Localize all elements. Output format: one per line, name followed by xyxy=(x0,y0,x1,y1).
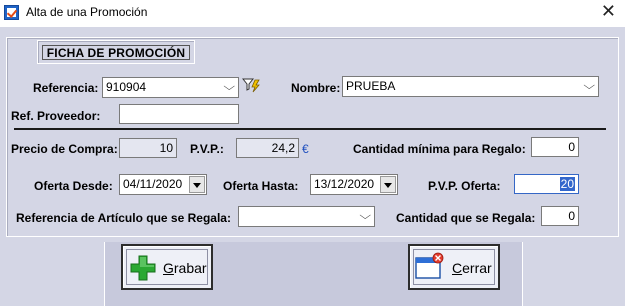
precio-compra-input[interactable]: 10 xyxy=(119,138,177,158)
precio-compra-label: Precio de Compra: xyxy=(11,142,118,156)
filter-search-icon[interactable] xyxy=(242,77,262,94)
cerrar-button[interactable]: Cerrar xyxy=(408,244,500,290)
oferta-hasta-value: 13/12/2020 xyxy=(314,177,375,191)
cantidad-minima-input[interactable]: 0 xyxy=(531,137,579,157)
close-window-button[interactable]: ✕ xyxy=(601,2,616,20)
section-heading-frame: FICHA DE PROMOCIÓN xyxy=(37,40,195,64)
oferta-desde-label: Oferta Desde: xyxy=(34,179,113,193)
chevron-down-icon: ⌵ xyxy=(358,210,371,222)
app-icon xyxy=(4,5,19,20)
nombre-label: Nombre: xyxy=(291,81,341,95)
calendar-dropdown-icon[interactable] xyxy=(380,176,396,193)
calendar-dropdown-icon[interactable] xyxy=(189,176,205,193)
nombre-value: PRUEBA xyxy=(346,79,396,93)
section-heading: FICHA DE PROMOCIÓN xyxy=(42,45,190,60)
euro-symbol: € xyxy=(302,142,309,156)
articulo-regala-label: Referencia de Artículo que se Regala: xyxy=(16,211,231,225)
referencia-value: 910904 xyxy=(106,80,147,94)
title-bar: Alta de una Promoción ✕ xyxy=(0,0,625,27)
plus-icon xyxy=(130,255,156,281)
pvp-oferta-label: P.V.P. Oferta: xyxy=(428,179,501,193)
oferta-desde-datepicker[interactable]: 04/11/2020 xyxy=(119,174,207,195)
grabar-label: Grabar xyxy=(163,260,207,276)
cantidad-regala-label: Cantidad que se Regala: xyxy=(396,211,536,225)
window-client-area: FICHA DE PROMOCIÓN Referencia: 910904 ⌵ … xyxy=(0,27,625,306)
pvp-oferta-input[interactable]: 20 xyxy=(514,174,579,194)
pvp-label: P.V.P.: xyxy=(190,142,224,156)
pvp-input[interactable]: 24,2 xyxy=(236,138,299,158)
ref-proveedor-label: Ref. Proveedor: xyxy=(11,109,101,123)
pvp-oferta-value: 20 xyxy=(559,177,575,191)
oferta-desde-value: 04/11/2020 xyxy=(123,177,183,191)
close-window-icon xyxy=(415,252,444,279)
oferta-hasta-label: Oferta Hasta: xyxy=(223,179,299,193)
ref-proveedor-input[interactable] xyxy=(119,104,239,124)
divider xyxy=(14,128,606,130)
referencia-combo[interactable]: 910904 ⌵ xyxy=(102,77,239,98)
window-title: Alta de una Promoción xyxy=(26,5,148,19)
cantidad-regala-input[interactable]: 0 xyxy=(541,206,579,226)
nombre-combo[interactable]: PRUEBA ⌵ xyxy=(342,76,599,97)
oferta-hasta-datepicker[interactable]: 13/12/2020 xyxy=(310,174,398,195)
cerrar-label: Cerrar xyxy=(452,260,492,276)
grabar-button[interactable]: Grabar xyxy=(121,244,213,290)
chevron-down-icon: ⌵ xyxy=(222,81,235,93)
articulo-regala-combo[interactable]: ⌵ xyxy=(238,206,375,227)
chevron-down-icon: ⌵ xyxy=(582,80,595,92)
cantidad-minima-label: Cantidad mínima para Regalo: xyxy=(353,142,526,156)
referencia-label: Referencia: xyxy=(33,81,99,95)
